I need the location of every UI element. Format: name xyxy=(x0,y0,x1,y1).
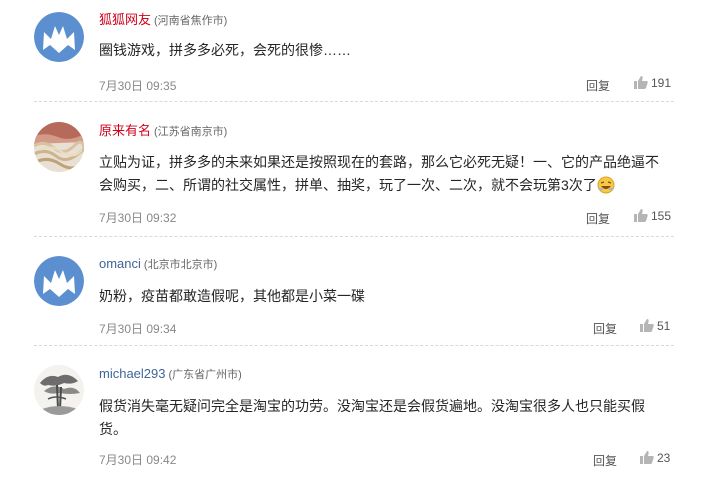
reply-button[interactable]: 回复 xyxy=(586,77,610,94)
user-location: (北京市北京市) xyxy=(143,259,218,271)
user-location: (河南省焦作市) xyxy=(154,15,228,27)
noodle-photo-avatar[interactable] xyxy=(34,122,84,172)
like-count: 155 xyxy=(651,209,672,223)
ink-tree-painting-avatar[interactable] xyxy=(34,365,84,415)
comment-timestamp: 7月30日 09:35 xyxy=(99,79,177,93)
like-button[interactable]: 191 xyxy=(634,76,671,90)
username-link[interactable]: 原来有名 xyxy=(99,123,151,138)
user-location: (江苏省南京市) xyxy=(154,126,228,138)
like-count: 23 xyxy=(657,451,671,465)
comment-timestamp: 7月30日 09:34 xyxy=(99,322,177,336)
default-avatar-icon[interactable] xyxy=(34,12,84,62)
username-link[interactable]: 狐狐网友 xyxy=(99,12,151,27)
comment-list: 狐狐网友 (河南省焦作市) 圈钱游戏，拼多多必死，会死的很惨…… 7月30日 09… xyxy=(0,0,708,490)
user-location: (广东省广州市) xyxy=(168,369,242,381)
username-link[interactable]: michael293 xyxy=(99,366,166,381)
like-count: 51 xyxy=(657,319,671,333)
comment-divider xyxy=(34,236,674,237)
comment-text: 假货消失毫无疑问完全是淘宝的功劳。没淘宝还是会假货遍地。没淘宝很多人也只能买假货… xyxy=(99,398,645,437)
reply-button[interactable]: 回复 xyxy=(586,210,610,227)
comment-text: 圈钱游戏，拼多多必死，会死的很惨…… xyxy=(99,42,351,58)
comment-text: 立贴为证，拼多多的未来如果还是按照现在的套路，那么它必死无疑！一、它的产品绝逼不… xyxy=(99,151,665,197)
default-avatar-icon[interactable] xyxy=(34,256,84,306)
laugh-emoji-icon xyxy=(597,176,615,194)
username-link[interactable]: omanci xyxy=(99,256,141,271)
comment-divider xyxy=(34,345,674,346)
like-button[interactable]: 155 xyxy=(634,209,671,223)
comment-divider xyxy=(34,101,674,102)
comment-timestamp: 7月30日 09:32 xyxy=(99,211,177,225)
thumbs-up-icon xyxy=(634,76,648,89)
thumbs-up-icon xyxy=(640,319,654,332)
comment-text-body: 立贴为证，拼多多的未来如果还是按照现在的套路，那么它必死无疑！一、它的产品绝逼不… xyxy=(99,154,659,193)
comment-text: 奶粉，疫苗都敢造假呢，其他都是小菜一碟 xyxy=(99,288,365,304)
comment-timestamp: 7月30日 09:42 xyxy=(99,453,177,467)
thumbs-up-icon xyxy=(640,451,654,464)
thumbs-up-icon xyxy=(634,209,648,222)
reply-button[interactable]: 回复 xyxy=(593,320,617,337)
like-count: 191 xyxy=(651,76,672,90)
like-button[interactable]: 23 xyxy=(640,451,670,465)
like-button[interactable]: 51 xyxy=(640,319,670,333)
reply-button[interactable]: 回复 xyxy=(593,452,617,469)
